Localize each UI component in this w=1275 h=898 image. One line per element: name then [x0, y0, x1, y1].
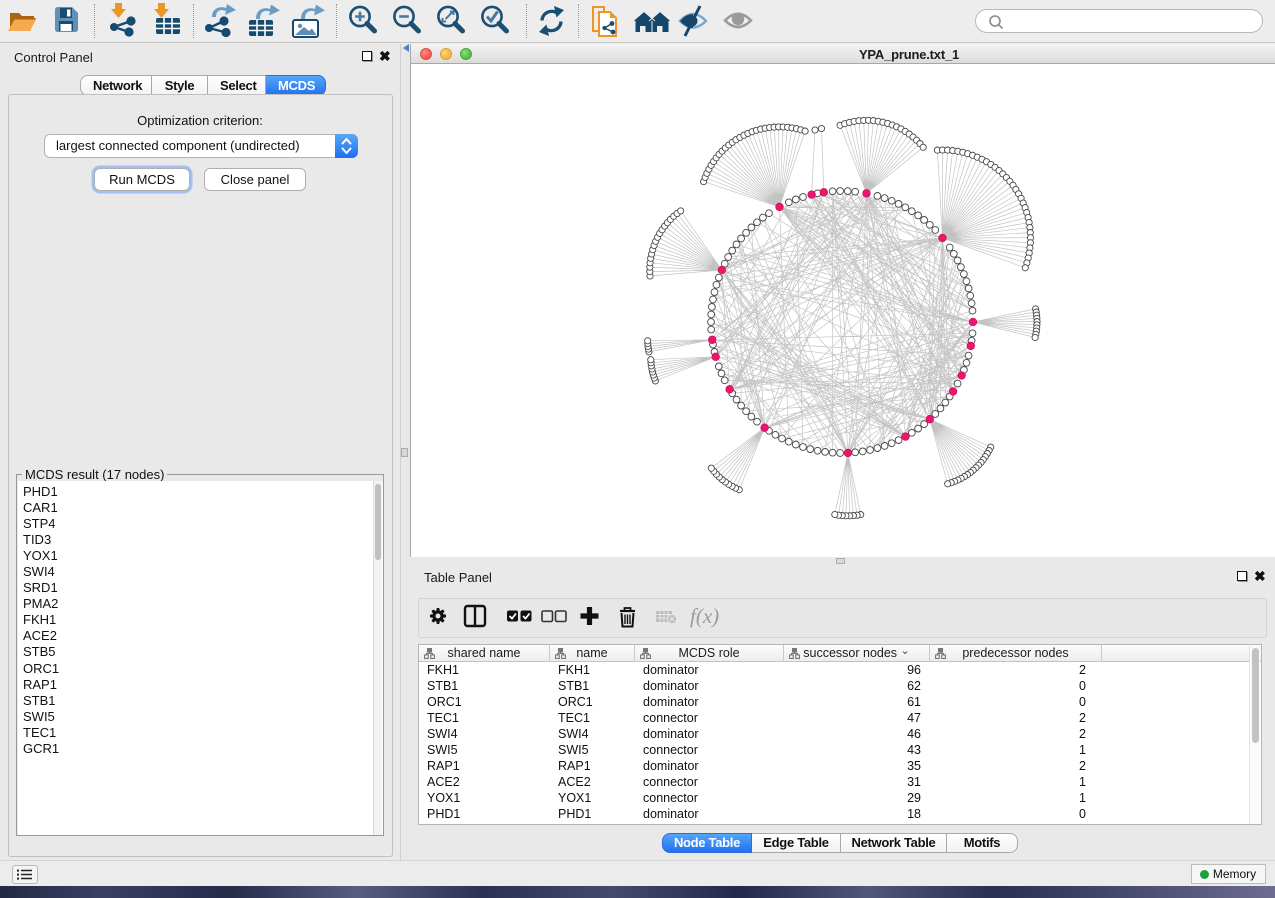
svg-text:f(x): f(x) [690, 604, 719, 628]
